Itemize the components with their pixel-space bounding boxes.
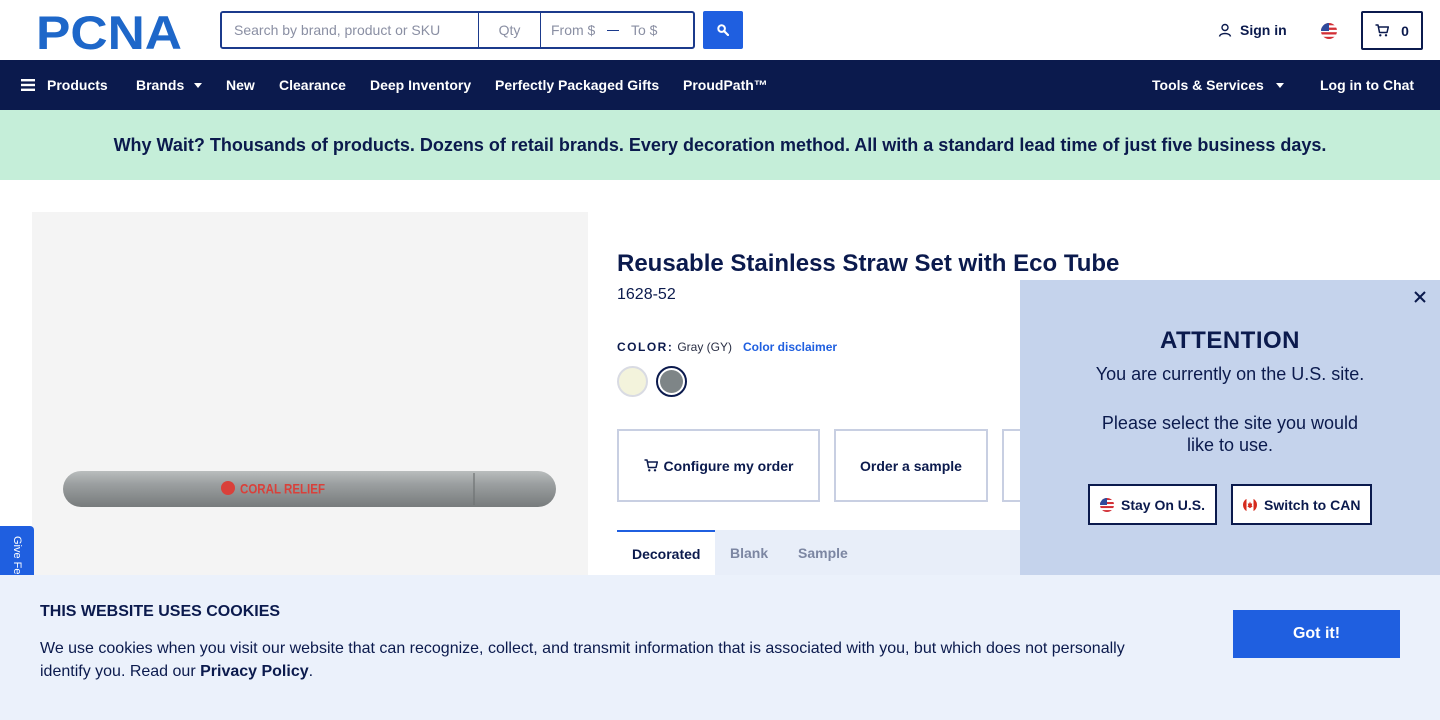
nav-brands[interactable]: Brands <box>136 60 203 110</box>
color-row: COLOR: Gray (GY) Color disclaimer <box>617 340 837 354</box>
canada-flag-icon <box>1243 497 1257 512</box>
site-header: PCNA Sign in <box>0 0 1440 60</box>
product-title: Reusable Stainless Straw Set with Eco Tu… <box>617 250 1120 277</box>
quantity-input[interactable] <box>479 13 541 47</box>
us-flag-icon <box>1100 497 1114 512</box>
cart-count: 0 <box>1401 22 1409 39</box>
site-selection-modal: ATTENTION You are currently on the U.S. … <box>1020 280 1440 575</box>
modal-message-select-site: Please select the site you would like to… <box>1101 413 1359 455</box>
price-from-input[interactable] <box>551 22 603 38</box>
nav-login-chat[interactable]: Log in to Chat <box>1320 60 1414 110</box>
tab-blank[interactable]: Blank <box>730 530 768 575</box>
order-sample-button[interactable]: Order a sample <box>834 429 988 502</box>
main-navigation: Products Brands New Clearance Deep Inven… <box>0 60 1440 110</box>
nav-gifts-label: Perfectly Packaged Gifts <box>495 77 660 93</box>
search-button[interactable] <box>703 11 743 49</box>
user-icon <box>1218 23 1232 37</box>
price-range <box>541 13 693 47</box>
country-selector[interactable] <box>1321 23 1337 39</box>
swatch-cream[interactable] <box>617 366 648 397</box>
search-icon <box>717 24 729 36</box>
modal-title: ATTENTION <box>1159 327 1301 354</box>
privacy-policy-link[interactable]: Privacy Policy <box>200 663 309 680</box>
sign-in-label: Sign in <box>1240 22 1287 38</box>
nav-tools-services[interactable]: Tools & Services <box>1152 60 1284 110</box>
color-value: Gray (GY) <box>677 340 732 354</box>
us-flag-icon <box>1321 23 1337 39</box>
tab-decorated-label: Decorated <box>632 545 701 562</box>
color-label: COLOR: <box>617 340 674 354</box>
product-sku: 1628-52 <box>617 286 676 303</box>
cookie-suffix: . <box>308 663 314 680</box>
tab-decorated[interactable]: Decorated <box>617 530 716 575</box>
nav-proudpath-label: ProudPath™ <box>683 77 768 93</box>
nav-deep-inventory-label: Deep Inventory <box>370 77 472 93</box>
promo-text: Why Wait? Thousands of products. Dozens … <box>113 134 1327 155</box>
cookie-text: We use cookies when you visit our websit… <box>40 637 1150 683</box>
cart-icon <box>644 459 658 472</box>
order-sample-label: Order a sample <box>860 457 962 474</box>
cookie-accept-button[interactable]: Got it! <box>1233 610 1400 658</box>
switch-can-label: Switch to CAN <box>1264 496 1361 513</box>
nav-proudpath[interactable]: ProudPath™ <box>683 60 768 110</box>
tab-blank-label: Blank <box>730 544 769 561</box>
nav-tools-label: Tools & Services <box>1152 77 1264 93</box>
sign-in-link[interactable]: Sign in <box>1218 22 1287 38</box>
svg-text:PCNA: PCNA <box>36 12 182 50</box>
pcna-logo[interactable]: PCNA <box>36 12 186 50</box>
tab-sample-label: Sample <box>798 544 848 561</box>
configure-order-button[interactable]: Configure my order <box>617 429 820 502</box>
configure-order-label: Configure my order <box>663 457 794 474</box>
close-icon[interactable] <box>1412 289 1428 305</box>
search-input[interactable] <box>222 13 479 47</box>
nav-gifts[interactable]: Perfectly Packaged Gifts <box>495 60 659 110</box>
chevron-down-icon <box>194 82 203 88</box>
stay-us-label: Stay On U.S. <box>1121 496 1206 513</box>
cart-button[interactable]: 0 <box>1361 11 1423 50</box>
nav-chat-label: Log in to Chat <box>1320 77 1415 93</box>
cart-icon <box>1375 24 1390 37</box>
color-disclaimer-link[interactable]: Color disclaimer <box>743 340 837 354</box>
tab-sample[interactable]: Sample <box>798 530 848 575</box>
nav-products-label: Products <box>47 77 108 93</box>
nav-new[interactable]: New <box>226 60 255 110</box>
price-to-input[interactable] <box>631 22 683 38</box>
imprint-text: CORAL RELIEF <box>240 481 325 497</box>
swatch-gray[interactable] <box>656 366 687 397</box>
straw-tube-image: CORAL RELIEF <box>63 471 556 507</box>
promo-banner: Why Wait? Thousands of products. Dozens … <box>0 110 1440 180</box>
nav-brands-label: Brands <box>136 77 185 93</box>
stay-us-button[interactable]: Stay On U.S. <box>1088 484 1218 525</box>
search-bar <box>220 11 695 49</box>
menu-icon <box>21 79 35 91</box>
nav-clearance[interactable]: Clearance <box>279 60 346 110</box>
chevron-down-icon <box>1275 82 1284 88</box>
nav-new-label: New <box>226 77 255 93</box>
cookie-banner: THIS WEBSITE USES COOKIES We use cookies… <box>0 575 1440 720</box>
price-range-dash <box>607 29 619 31</box>
modal-message-current-site: You are currently on the U.S. site. <box>1095 364 1365 384</box>
nav-products[interactable]: Products <box>21 60 108 110</box>
cookie-title: THIS WEBSITE USES COOKIES <box>40 603 281 620</box>
nav-deep-inventory[interactable]: Deep Inventory <box>370 60 471 110</box>
nav-clearance-label: Clearance <box>279 77 346 93</box>
switch-can-button[interactable]: Switch to CAN <box>1231 484 1373 525</box>
